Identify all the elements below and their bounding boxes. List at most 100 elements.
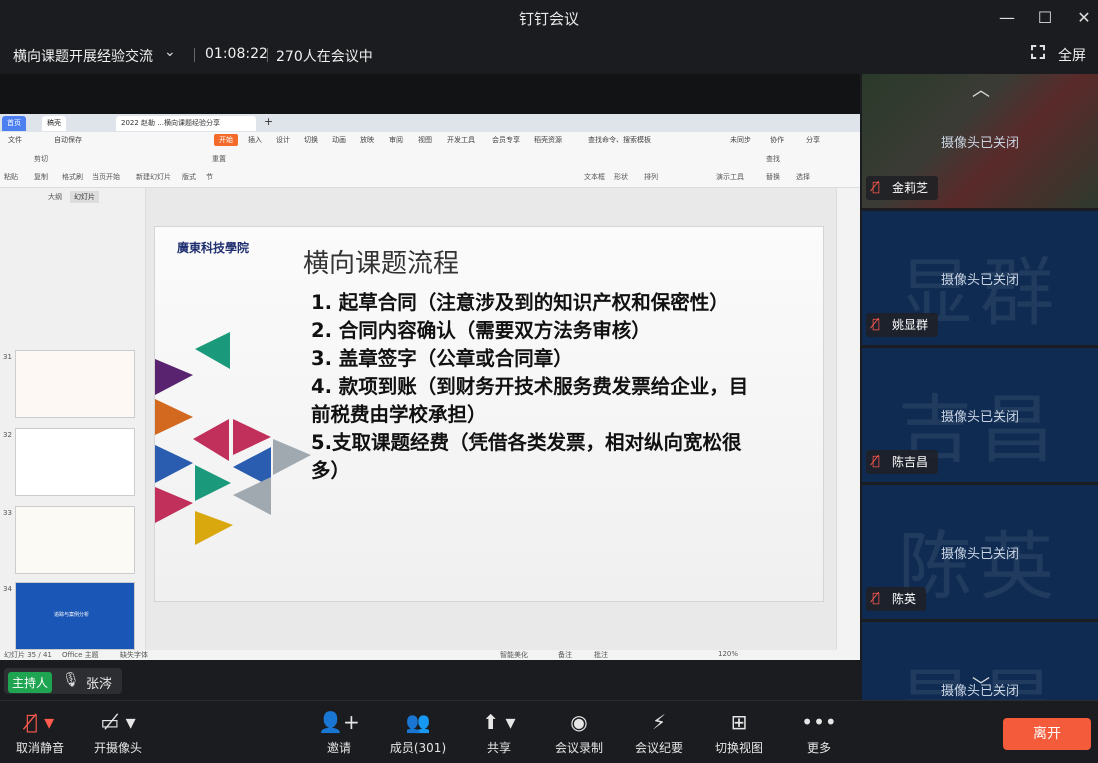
menu-animation[interactable]: 动画 (332, 135, 346, 145)
wps-tab-home[interactable]: 首页 (2, 116, 26, 131)
minutes-icon: ⚡ (651, 710, 667, 734)
scroll-up-icon[interactable]: ︿ (972, 76, 990, 102)
tool-find[interactable]: 查找 (766, 154, 780, 164)
menu-transition[interactable]: 切换 (304, 135, 318, 145)
participant-tile[interactable]: 吉昌 摄像头已关闭 🎙̸ 陈吉昌 (862, 348, 1098, 482)
minutes-button[interactable]: ⚡ 会议纪要 (619, 709, 699, 756)
menu-search[interactable]: 查找命令、搜索模板 (588, 135, 651, 145)
more-button[interactable]: ••• 更多 (779, 709, 859, 756)
status-comment[interactable]: 批注 (594, 650, 608, 660)
minutes-label: 会议纪要 (634, 741, 683, 755)
tool-arrange[interactable]: 排列 (644, 172, 658, 182)
more-label: 更多 (806, 741, 831, 755)
wps-tab-docer[interactable]: 稿壳 (42, 116, 66, 131)
window-title: 钉钉会议 (518, 10, 579, 28)
menu-file[interactable]: 文件 (8, 135, 22, 145)
slide-item: 1. 起草合同（注意涉及到的知识产权和保密性） (311, 291, 729, 314)
users-icon: 👥 (405, 710, 431, 734)
camera-off-label: 摄像头已关闭 (940, 410, 1019, 425)
mic-muted-icon: 🎙̸ (872, 454, 880, 469)
record-icon: ◉ (570, 710, 588, 734)
menu-share[interactable]: 分享 (806, 135, 820, 145)
tool-reset[interactable]: 重置 (212, 154, 226, 164)
participant-name-text: 姚显群 (892, 318, 929, 332)
menu-autosave[interactable]: 自动保存 (54, 135, 82, 145)
menu-docer[interactable]: 稻壳资源 (534, 135, 562, 145)
participant-tile[interactable]: ︿ 摄像头已关闭 🎙̸ 金莉芝 (862, 74, 1098, 208)
minimize-icon[interactable]: — (995, 6, 1019, 30)
thumb-caption: 追踪与案例分析 (54, 612, 90, 618)
tool-shape[interactable]: 形状 (614, 172, 628, 182)
slide-thumbnail[interactable] (15, 428, 135, 496)
fullscreen-icon[interactable] (1031, 45, 1045, 59)
status-zoom[interactable]: 120% (718, 650, 738, 658)
school-logo: 廣東科技學院 (177, 241, 250, 255)
tool-cut[interactable]: 剪切 (34, 154, 48, 164)
tool-section[interactable]: 节 (206, 172, 213, 182)
panel-tab-slides[interactable]: 幻灯片 (70, 191, 99, 203)
meeting-title[interactable]: 横向课题开展经验交流 (13, 46, 153, 66)
panel-tab-outline[interactable]: 大纲 (48, 192, 62, 202)
fullscreen-button[interactable]: 全屏 (1058, 45, 1086, 65)
slide-item: 3. 盖章签字（公章或合同章） (311, 347, 573, 370)
slide-thumbnail[interactable]: 追踪与案例分析 (15, 582, 135, 650)
leave-button[interactable]: 离开 (1003, 718, 1091, 750)
menu-member[interactable]: 会员专享 (492, 135, 520, 145)
tool-textbox[interactable]: 文本框 (584, 172, 605, 182)
participant-name: 🎙̸ 金莉芝 (866, 176, 939, 200)
scroll-down-icon[interactable]: ﹀ (972, 672, 990, 698)
tool-copy[interactable]: 复制 (34, 172, 48, 182)
menu-design[interactable]: 设计 (276, 135, 290, 145)
members-button[interactable]: 👥 成员(301) (378, 709, 458, 756)
tool-replace[interactable]: 替换 (766, 172, 780, 182)
maximize-icon[interactable]: ☐ (1033, 6, 1057, 30)
menu-view[interactable]: 视图 (418, 135, 432, 145)
chevron-down-icon[interactable]: ⌄ (164, 44, 176, 60)
status-font[interactable]: 缺失字体 (120, 650, 148, 660)
tool-play-current[interactable]: 当页开始 (92, 172, 120, 182)
tool-presentation[interactable]: 演示工具 (716, 172, 744, 182)
menu-devtools[interactable]: 开发工具 (447, 135, 475, 145)
tool-paste[interactable]: 粘贴 (4, 172, 18, 182)
members-label: 成员(301) (389, 741, 447, 755)
tool-new-slide[interactable]: 新建幻灯片 (136, 172, 171, 182)
record-button[interactable]: ◉ 会议录制 (539, 709, 619, 756)
menu-slideshow[interactable]: 放映 (360, 135, 374, 145)
slide-thumbnail-pane: 大纲 幻灯片 31 32 33 34 追踪与案例分析 35 (0, 188, 146, 660)
switch-view-button[interactable]: ⊞ 切换视图 (699, 709, 779, 756)
wps-tab-document[interactable]: 2022 赵勒 ...横向课题经验分享 (116, 116, 256, 131)
status-smart[interactable]: 智能美化 (500, 650, 528, 660)
participant-tile[interactable]: 显群 摄像头已关闭 🎙̸ 姚显群 (862, 211, 1098, 345)
tool-select[interactable]: 选择 (796, 172, 810, 182)
share-button[interactable]: ⬆ ▾ 共享 (459, 709, 539, 756)
close-icon[interactable]: ✕ (1072, 6, 1096, 30)
invite-button[interactable]: 👤+ 邀请 (299, 709, 379, 756)
participant-tile[interactable]: 昊昊 摄像头已关闭 ﹀ (862, 622, 1098, 700)
menu-start[interactable]: 开始 (214, 134, 238, 146)
status-notes[interactable]: 备注 (558, 650, 572, 660)
tool-layout[interactable]: 版式 (182, 172, 196, 182)
menu-collab[interactable]: 协作 (770, 135, 784, 145)
participant-name: 🎙̸ 陈英 (866, 587, 927, 611)
slide-item: 5.支取课题经费（凭借各类发票，相对纵向宽松很多） (311, 431, 742, 482)
mic-muted-icon: 🎙̸ ▾ (25, 710, 55, 734)
new-tab-icon[interactable]: + (264, 115, 273, 128)
participant-name-text: 金莉芝 (892, 181, 929, 195)
menu-insert[interactable]: 插入 (248, 135, 262, 145)
participant-tile[interactable]: 陈英 摄像头已关闭 🎙̸ 陈英 (862, 485, 1098, 619)
camera-off-label: 摄像头已关闭 (940, 136, 1019, 151)
slide-thumbnail[interactable] (15, 350, 135, 418)
menu-unsynced[interactable]: 未同步 (730, 135, 751, 145)
menu-review[interactable]: 审阅 (389, 135, 403, 145)
mic-muted-icon: 🎙̸ (872, 317, 880, 332)
slide-thumbnail[interactable] (15, 506, 135, 574)
camera-off-icon: ▭̸ ▾ (100, 710, 136, 734)
camera-button[interactable]: ▭̸ ▾ 开摄像头 (78, 709, 158, 756)
slide-canvas: 廣東科技學院 横向课题流程 1. 起草合同（注意涉及到的知识产权和保密性） 2.… (146, 188, 836, 650)
slide-content: 1. 起草合同（注意涉及到的知识产权和保密性） 2. 合同内容确认（需要双方法务… (311, 289, 761, 485)
host-name: 张涔 (86, 677, 113, 692)
mute-button[interactable]: 🎙̸ ▾ 取消静音 (0, 709, 80, 756)
tool-format-painter[interactable]: 格式刷 (62, 172, 83, 182)
wps-presentation-window: 首页 稿壳 2022 赵勒 ...横向课题经验分享 + 文件 自动保存 开始 插… (0, 114, 860, 660)
camera-label: 开摄像头 (93, 741, 142, 755)
